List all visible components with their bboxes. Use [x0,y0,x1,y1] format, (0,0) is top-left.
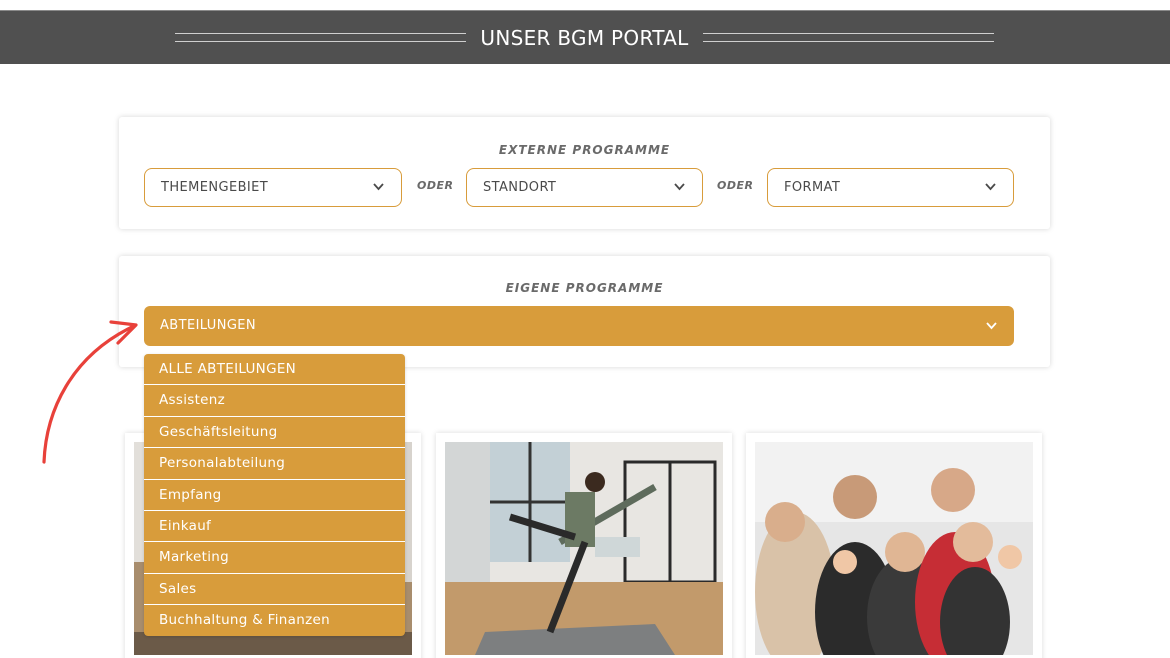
program-card[interactable] [746,433,1042,658]
dropdown-option[interactable]: Buchhaltung & Finanzen [144,605,405,636]
dropdown-option[interactable]: Geschäftsleitung [144,417,405,449]
header-rule-left [175,33,466,42]
themengebiet-label: THEMENGEBIET [161,180,269,195]
eigene-programme-card: EIGENE PROGRAMME ABTEILUNGEN [119,256,1050,367]
externe-heading: EXTERNE PROGRAMME [498,143,671,157]
dropdown-option[interactable]: Einkauf [144,511,405,543]
standort-label: STANDORT [483,180,557,195]
program-photo [445,442,723,655]
format-label: FORMAT [784,180,841,195]
dropdown-option[interactable]: Empfang [144,480,405,511]
dropdown-option[interactable]: Sales [144,574,405,606]
program-photo [755,442,1033,655]
eigene-heading: EIGENE PROGRAMME [505,281,664,295]
format-select[interactable]: FORMAT [767,168,1014,207]
header-bar: UNSER BGM PORTAL [0,10,1170,64]
standort-select[interactable]: STANDORT [466,168,703,207]
header-rule-right [703,33,994,42]
chevron-down-icon [373,183,384,191]
abteilungen-label: ABTEILUNGEN [160,318,257,333]
abteilungen-select[interactable]: ABTEILUNGEN [144,306,1014,346]
oder-label: ODER [717,179,754,192]
program-card[interactable] [436,433,732,658]
themengebiet-select[interactable]: THEMENGEBIET [144,168,402,207]
curved-arrow-icon [42,320,138,464]
chevron-down-icon [986,322,997,330]
dropdown-option[interactable]: Assistenz [144,385,405,417]
chevron-down-icon [985,183,996,191]
externe-programme-card: EXTERNE PROGRAMME THEMENGEBIET ODER STAN… [119,117,1050,229]
dropdown-option[interactable]: Marketing [144,542,405,574]
oder-label: ODER [417,179,454,192]
dropdown-option[interactable]: ALLE ABTEILUNGEN [144,354,405,386]
page-title: UNSER BGM PORTAL [480,26,689,50]
chevron-down-icon [674,183,685,191]
dropdown-option[interactable]: Personalabteilung [144,448,405,480]
abteilungen-dropdown: ALLE ABTEILUNGEN Assistenz Geschäftsleit… [144,354,405,636]
